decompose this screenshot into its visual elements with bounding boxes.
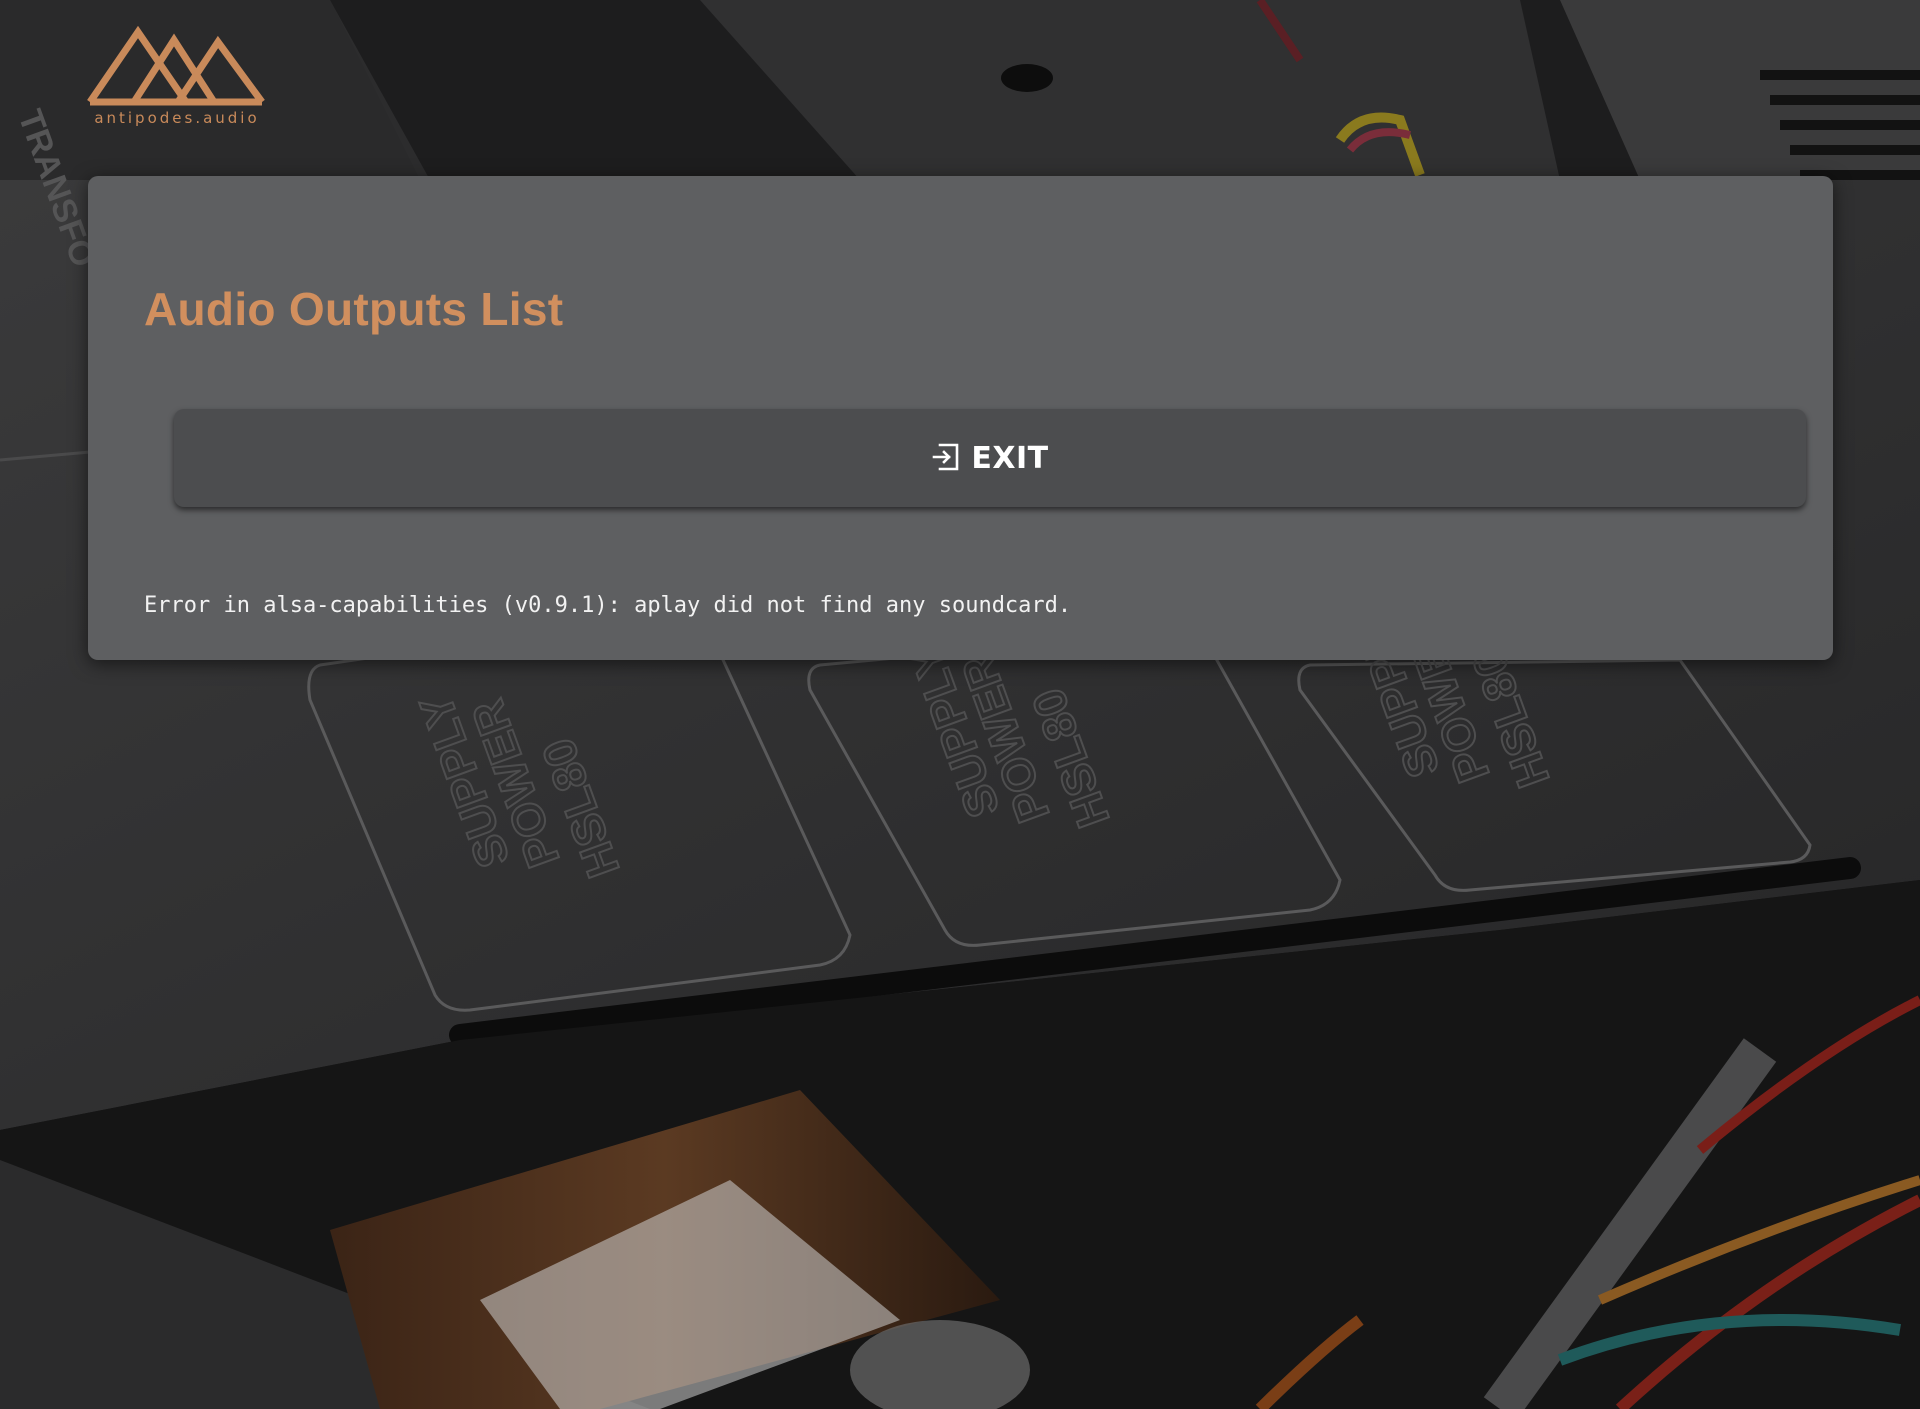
exit-icon xyxy=(931,442,961,472)
exit-button-label: EXIT xyxy=(971,440,1049,476)
page-title: Audio Outputs List xyxy=(144,283,564,335)
error-message: Error in alsa-capabilities (v0.9.1): apl… xyxy=(144,593,1072,618)
audio-outputs-panel: Audio Outputs List EXIT Error in alsa-ca… xyxy=(88,176,1833,660)
exit-button[interactable]: EXIT xyxy=(174,409,1806,507)
brand-logo: antipodes.audio xyxy=(86,25,268,127)
logo-mark-icon xyxy=(87,25,265,106)
logo-text: antipodes.audio xyxy=(94,109,260,127)
